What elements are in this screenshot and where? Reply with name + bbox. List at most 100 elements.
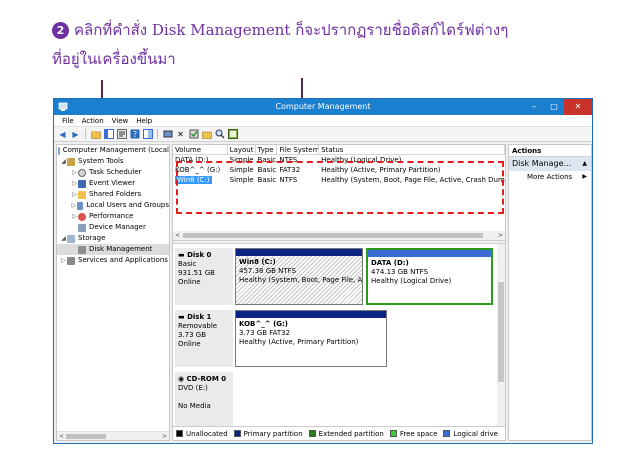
help-icon[interactable]: ?: [129, 129, 140, 140]
legend-label: Free space: [399, 429, 438, 438]
tree-item-disk-management[interactable]: Disk Management: [57, 244, 169, 255]
volume-list: Volume Layout Type File System Status DA…: [173, 145, 505, 240]
collapse-arrow-icon[interactable]: ▲: [582, 157, 587, 171]
services-icon: [67, 256, 75, 265]
collapse-arrow-icon[interactable]: ◢: [60, 233, 67, 244]
back-icon[interactable]: ◀: [57, 129, 68, 140]
disk-management-icon: [78, 245, 86, 254]
scroll-thumb[interactable]: [183, 233, 483, 238]
column-header-layout[interactable]: Layout: [228, 145, 256, 154]
tools-icon: [67, 157, 75, 166]
menu-file[interactable]: File: [58, 115, 78, 126]
toolbar-separator: [85, 129, 86, 139]
expand-arrow-icon[interactable]: ▷: [71, 178, 78, 189]
tree-item-system-tools[interactable]: ◢ System Tools: [57, 156, 169, 167]
tree-item-task-scheduler[interactable]: ▷ Task Scheduler: [57, 167, 169, 178]
disk-size: 931.51 GB: [178, 269, 215, 277]
legend-swatch: [308, 430, 316, 437]
expand-arrow-icon[interactable]: ▷: [71, 200, 77, 211]
legend: Unallocated Primary partition Extended p…: [173, 426, 505, 440]
column-header-volume[interactable]: Volume: [173, 145, 228, 154]
partition-label: KOB^_^ (G:): [239, 320, 289, 328]
column-header-status[interactable]: Status: [319, 145, 505, 154]
tree-item-device-manager[interactable]: Device Manager: [57, 222, 169, 233]
caption-line-2: ที่อยู่ในเครื่องขึ้นมา: [52, 50, 176, 68]
disk-name: ▬ Disk 1: [178, 313, 212, 321]
show-tree-icon[interactable]: [103, 129, 114, 140]
disk-label[interactable]: ▬ Disk 1 Removable 3.73 GB Online: [175, 310, 233, 367]
volume-list-horizontal-scrollbar[interactable]: < >: [173, 231, 505, 240]
search-disk-icon[interactable]: [214, 129, 225, 140]
column-header-file-system[interactable]: File System: [277, 145, 320, 154]
disk-0-row: ▬ Disk 0 Basic 931.51 GB Online Win8 (C:…: [175, 248, 497, 305]
expand-arrow-icon[interactable]: ▷: [60, 255, 67, 266]
close-button[interactable]: ✕: [564, 99, 592, 115]
caption-text-1: คลิกที่คำสั่ง Disk Management ก็จะปรากฏร…: [74, 21, 509, 39]
delete-icon[interactable]: ✕: [175, 129, 186, 140]
tree-item-event-viewer[interactable]: ▷ Event Viewer: [57, 178, 169, 189]
window-controls: – □ ✕: [524, 99, 592, 115]
expand-arrow-icon[interactable]: ▷: [71, 189, 78, 200]
partition-data[interactable]: DATA (D:) 474.13 GB NTFS Healthy (Logica…: [366, 248, 493, 305]
partition-kob[interactable]: KOB^_^ (G:) 3.73 GB FAT32 Healthy (Activ…: [235, 310, 387, 367]
column-header-type[interactable]: Type: [256, 145, 278, 154]
collapse-arrow-icon[interactable]: ◢: [60, 156, 67, 167]
more-actions-item[interactable]: More Actions ▶: [509, 171, 591, 183]
properties-icon[interactable]: [116, 129, 127, 140]
tree-item-computer-management[interactable]: Computer Management (Local: [57, 145, 169, 156]
tree-item-local-users[interactable]: ▷ Local Users and Groups: [57, 200, 169, 211]
scroll-left-arrow-icon[interactable]: <: [175, 232, 180, 239]
more-actions-label: More Actions: [527, 173, 573, 181]
scroll-thumb[interactable]: [498, 282, 504, 382]
open-folder-icon[interactable]: [201, 129, 212, 140]
tree-item-shared-folders[interactable]: ▷ Shared Folders: [57, 189, 169, 200]
device-manager-icon: [78, 223, 86, 232]
legend-label: Logical drive: [453, 429, 498, 438]
expand-arrow-icon[interactable]: ▷: [71, 167, 78, 178]
check-disk-icon[interactable]: [188, 129, 199, 140]
legend-label: Primary partition: [243, 429, 303, 438]
actions-section-disk-management[interactable]: Disk Manage... ▲: [509, 157, 591, 171]
menu-bar: File Action View Help: [54, 115, 592, 127]
menu-help[interactable]: Help: [132, 115, 156, 126]
disk-type: DVD (E:): [178, 384, 208, 392]
legend-swatch: [176, 430, 183, 437]
maximize-button[interactable]: □: [544, 99, 564, 115]
tree-item-services[interactable]: ▷ Services and Applications: [57, 255, 169, 266]
minimize-button[interactable]: –: [524, 99, 544, 115]
connect-icon[interactable]: [162, 129, 173, 140]
disk-view-vertical-scrollbar[interactable]: [497, 244, 505, 428]
expand-arrow-icon[interactable]: ▷: [71, 211, 78, 222]
menu-action[interactable]: Action: [78, 115, 108, 126]
disk-label[interactable]: ◉ CD-ROM 0 DVD (E:) No Media: [175, 372, 233, 426]
scroll-right-arrow-icon[interactable]: >: [162, 433, 167, 440]
instruction-caption: 2 คลิกที่คำสั่ง Disk Management ก็จะปรากฏ…: [52, 16, 612, 74]
legend-label: Unallocated: [186, 429, 228, 438]
menu-view[interactable]: View: [108, 115, 133, 126]
up-folder-icon[interactable]: [90, 129, 101, 140]
tree-item-storage[interactable]: ◢ Storage: [57, 233, 169, 244]
disk-state: Online: [178, 278, 201, 286]
partition-info: DATA (D:) 474.13 GB NTFS Healthy (Logica…: [368, 257, 491, 288]
legend-item: Unallocated: [176, 430, 228, 438]
actions-header: Actions: [509, 145, 591, 157]
console-tree: Computer Management (Local ◢ System Tool…: [56, 144, 170, 441]
scroll-left-arrow-icon[interactable]: <: [59, 433, 64, 440]
scroll-right-arrow-icon[interactable]: >: [498, 232, 503, 239]
graphical-disk-view: ▬ Disk 0 Basic 931.51 GB Online Win8 (C:…: [173, 244, 497, 428]
panel-icon[interactable]: [142, 129, 153, 140]
tree-label: Device Manager: [89, 223, 146, 231]
scroll-thumb[interactable]: [66, 434, 106, 439]
tree-item-performance[interactable]: ▷ Performance: [57, 211, 169, 222]
legend-swatch: [443, 430, 451, 437]
disk-label[interactable]: ▬ Disk 0 Basic 931.51 GB Online: [175, 248, 233, 305]
disk-size: 3.73 GB: [178, 331, 207, 339]
tree-horizontal-scrollbar[interactable]: < >: [57, 431, 169, 440]
partition-status: Healthy (System, Boot, Page File, Acti: [239, 276, 362, 284]
tree-label: Performance: [89, 212, 134, 220]
highlight-box: [176, 161, 504, 214]
partition-win8[interactable]: Win8 (C:) 457.38 GB NTFS Healthy (System…: [235, 248, 363, 305]
disk-properties-icon[interactable]: [227, 129, 238, 140]
forward-icon[interactable]: ▶: [70, 129, 81, 140]
title-bar[interactable]: Computer Management – □ ✕: [54, 99, 592, 115]
